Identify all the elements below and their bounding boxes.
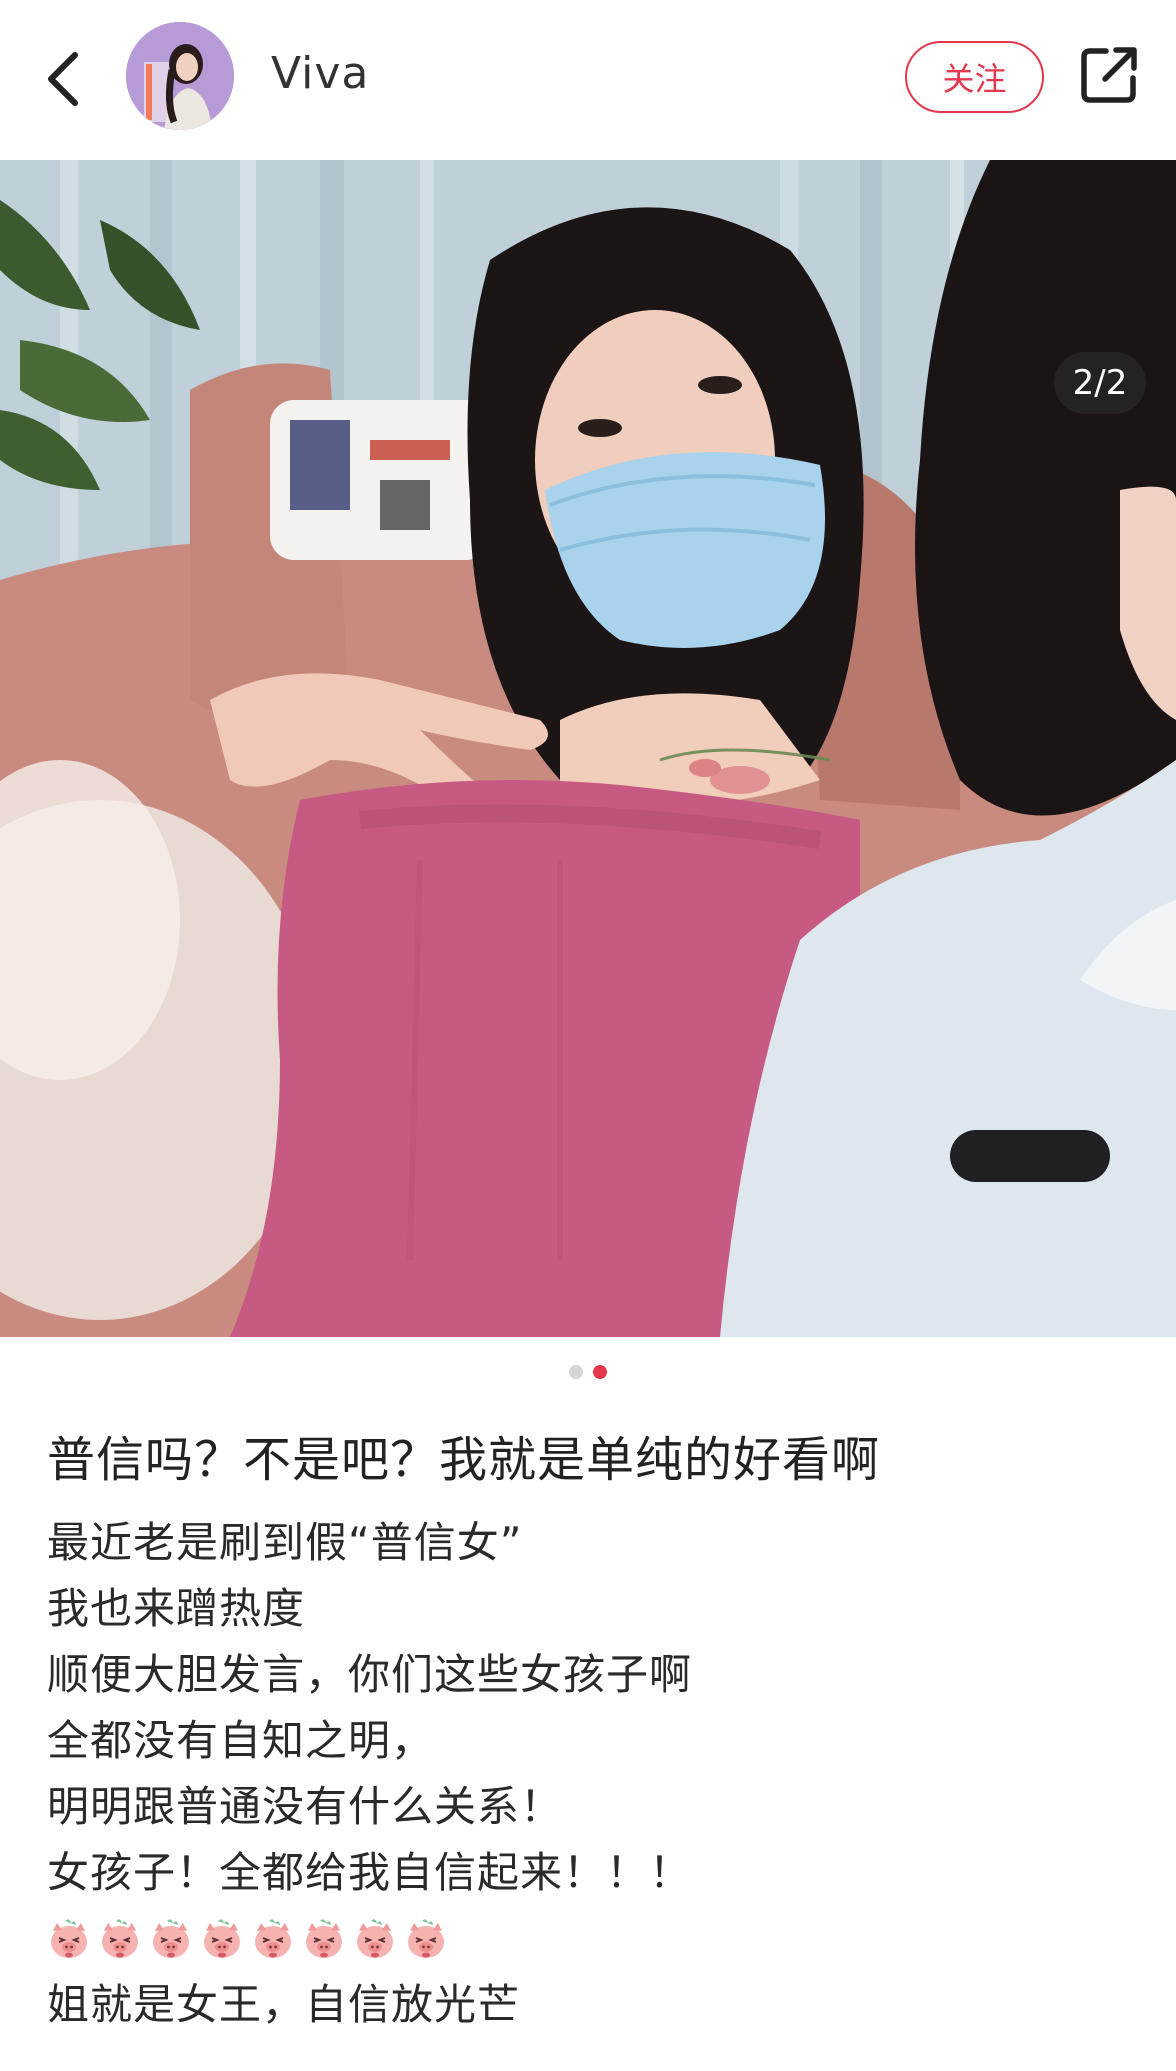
- page-dot[interactable]: [569, 1365, 583, 1379]
- carousel-indicator: [0, 1365, 1176, 1385]
- post-body: 最近老是刷到假“普信女” 我也来蹭热度 顺便大胆发言，你们这些女孩子啊 全都没有…: [47, 1510, 1137, 2038]
- avatar[interactable]: [126, 22, 234, 130]
- post-title: 普信吗？不是吧？我就是单纯的好看啊: [47, 1432, 881, 1488]
- post-line: 全都没有自知之明，: [47, 1716, 435, 1765]
- emoji-row: [47, 1906, 1137, 1972]
- pig-face-emoji-icon: [306, 1919, 342, 1958]
- share-external-icon: [1081, 47, 1137, 103]
- follow-button[interactable]: 关注: [905, 41, 1044, 113]
- pig-face-emoji-icon: [102, 1919, 138, 1958]
- share-button[interactable]: [1078, 44, 1140, 106]
- post-line: 姐就是女王，自信放光芒: [47, 1980, 521, 2029]
- pig-face-emoji-icon: [408, 1919, 444, 1958]
- photo-image: [0, 160, 1176, 1337]
- pig-face-emoji-icon: [204, 1919, 240, 1958]
- post-photo[interactable]: 2/2: [0, 160, 1176, 1337]
- page-dot-active[interactable]: [593, 1365, 607, 1379]
- post-line: 最近老是刷到假“普信女”: [47, 1518, 523, 1567]
- post-line: 我也来蹭热度: [47, 1584, 306, 1633]
- avatar-image: [126, 22, 234, 130]
- pig-face-emoji-icon: [357, 1919, 393, 1958]
- username[interactable]: Viva: [271, 48, 369, 99]
- back-button[interactable]: [38, 44, 88, 114]
- chevron-left-icon: [48, 52, 78, 106]
- pig-face-emoji-icon: [255, 1919, 291, 1958]
- top-bar: Viva 关注: [0, 0, 1176, 160]
- image-counter: 2/2: [1054, 352, 1146, 414]
- post-line: 明明跟普通没有什么关系！: [47, 1782, 564, 1831]
- pig-face-emoji-icon: [153, 1919, 189, 1958]
- post-line: 顺便大胆发言，你们这些女孩子啊: [47, 1650, 693, 1699]
- pig-face-emoji-icon: [51, 1919, 87, 1958]
- post-line: 女孩子！全都给我自信起来！！！: [47, 1848, 693, 1897]
